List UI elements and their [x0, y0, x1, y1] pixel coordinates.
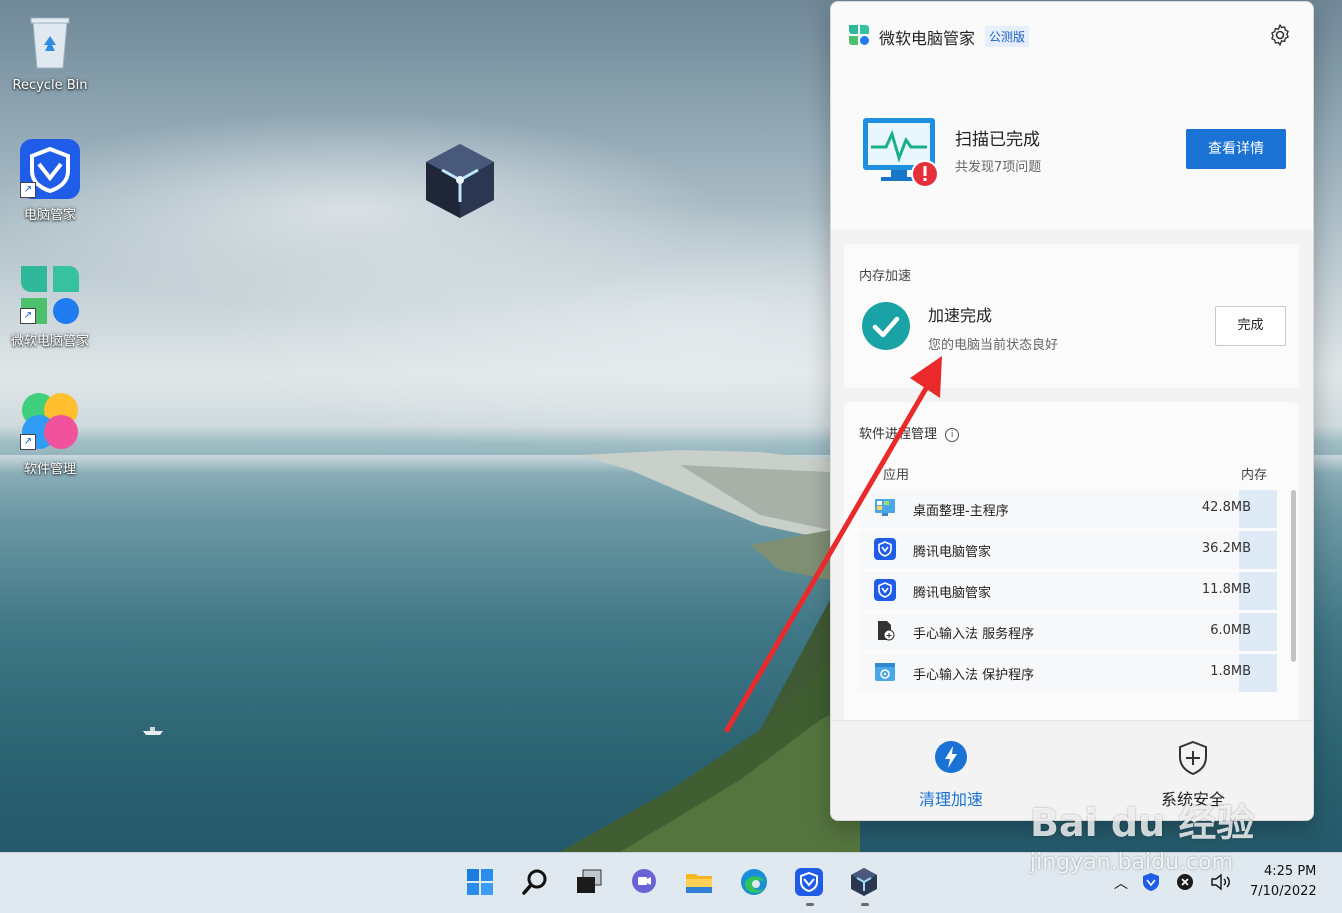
cube-app-icon[interactable] — [849, 867, 879, 897]
tencent-pc-manager-icon[interactable] — [794, 867, 824, 897]
windows-start-icon[interactable] — [465, 867, 495, 897]
file-explorer-icon[interactable] — [684, 867, 714, 897]
running-indicator — [806, 903, 814, 906]
task-view-icon[interactable] — [574, 867, 604, 897]
running-indicator — [861, 903, 869, 906]
baidu-watermark: Bai du 经验 jingyan.baidu.com — [1030, 792, 1330, 892]
search-icon[interactable] — [520, 867, 550, 897]
edge-icon[interactable] — [739, 867, 769, 897]
chat-icon[interactable] — [629, 867, 659, 897]
annotation-arrow — [724, 356, 942, 733]
watermark-url: jingyan.baidu.com — [1030, 850, 1234, 875]
watermark-brand: Bai du 经验 — [1030, 801, 1255, 845]
